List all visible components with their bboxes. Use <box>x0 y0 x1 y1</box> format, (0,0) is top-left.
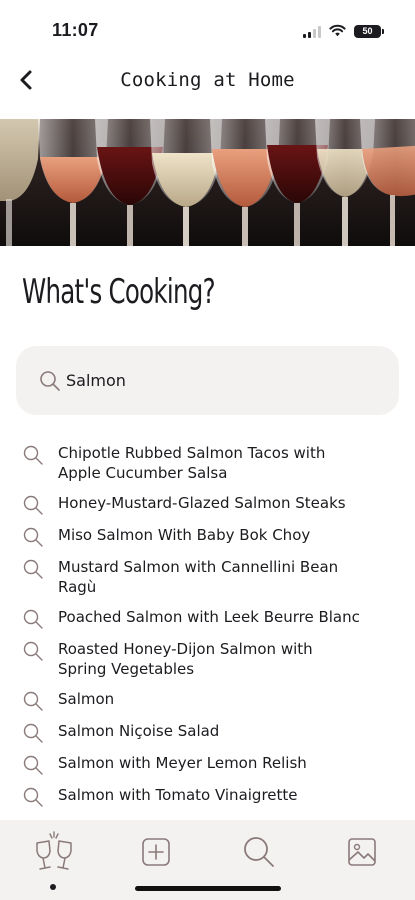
search-icon <box>23 445 43 465</box>
home-indicator <box>135 886 281 891</box>
search-result-label-line2: Ragù <box>58 578 97 596</box>
search-result-label: Salmon Niçoise Salad <box>58 722 220 740</box>
search-result-item[interactable]: Honey-Mustard-Glazed Salmon Steaks <box>0 488 415 520</box>
search-icon <box>23 609 43 629</box>
search-result-label: Mustard Salmon with Cannellini Bean <box>58 558 339 576</box>
search-result-item[interactable]: Roasted Honey-Dijon Salmon with Spring Ve… <box>0 634 415 684</box>
search-result-label: Miso Salmon With Baby Bok Choy <box>58 526 311 544</box>
search-result-label: Salmon with Tomato Vinaigrette <box>58 786 298 804</box>
page-title: What's Cooking? <box>22 272 216 312</box>
search-results-list: Chipotle Rubbed Salmon Tacos with Apple C… <box>0 438 415 812</box>
search-result-label: Roasted Honey-Dijon Salmon with <box>58 640 313 658</box>
search-icon <box>23 527 43 547</box>
search-result-item[interactable]: Salmon <box>0 684 415 716</box>
selected-tab-indicator <box>50 884 56 890</box>
battery-icon: 50 <box>354 25 384 38</box>
search-result-item[interactable]: Poached Salmon with Leek Beurre Blanc <box>0 602 415 634</box>
search-icon <box>40 370 60 391</box>
image-icon <box>348 838 376 866</box>
search-icon <box>23 641 43 661</box>
search-result-item[interactable]: Chipotle Rubbed Salmon Tacos with Apple C… <box>0 438 415 488</box>
search-icon <box>23 787 43 807</box>
tab-home[interactable] <box>2 820 106 884</box>
hero-banner-image <box>0 119 415 246</box>
search-icon <box>23 559 43 579</box>
search-input[interactable] <box>66 371 366 390</box>
tab-gallery[interactable] <box>310 820 414 884</box>
search-box[interactable] <box>16 346 399 415</box>
status-bar: 11:07 50 <box>0 0 415 52</box>
search-result-item[interactable]: Mustard Salmon with Cannellini Bean Ragù <box>0 552 415 602</box>
search-icon <box>23 723 43 743</box>
search-icon <box>23 755 43 775</box>
search-result-label: Salmon with Meyer Lemon Relish <box>58 754 307 772</box>
search-icon <box>244 837 274 867</box>
search-icon <box>23 691 43 711</box>
status-time: 11:07 <box>52 20 99 40</box>
search-result-label: Poached Salmon with Leek Beurre Blanc <box>58 608 360 626</box>
tab-search[interactable] <box>207 820 311 884</box>
search-result-item[interactable]: Salmon with Tomato Vinaigrette <box>0 780 415 812</box>
search-result-label: Salmon <box>58 690 115 708</box>
status-icons: 50 <box>303 22 384 41</box>
search-result-label-line2: Spring Vegetables <box>58 660 195 678</box>
wifi-icon <box>329 22 346 41</box>
search-result-label: Chipotle Rubbed Salmon Tacos with <box>58 444 326 462</box>
search-icon <box>23 495 43 515</box>
nav-bar: Cooking at Home <box>0 52 415 110</box>
wine-glasses-cheers-icon <box>36 831 72 870</box>
search-result-item[interactable]: Miso Salmon With Baby Bok Choy <box>0 520 415 552</box>
search-result-item[interactable]: Salmon with Meyer Lemon Relish <box>0 748 415 780</box>
search-result-label: Honey-Mustard-Glazed Salmon Steaks <box>58 494 346 512</box>
nav-title: Cooking at Home <box>120 69 295 91</box>
signal-icon <box>303 25 321 38</box>
add-square-icon <box>142 838 170 866</box>
search-result-item[interactable]: Salmon Niçoise Salad <box>0 716 415 748</box>
search-result-label-line2: Apple Cucumber Salsa <box>58 464 228 482</box>
tab-add[interactable] <box>104 820 208 884</box>
